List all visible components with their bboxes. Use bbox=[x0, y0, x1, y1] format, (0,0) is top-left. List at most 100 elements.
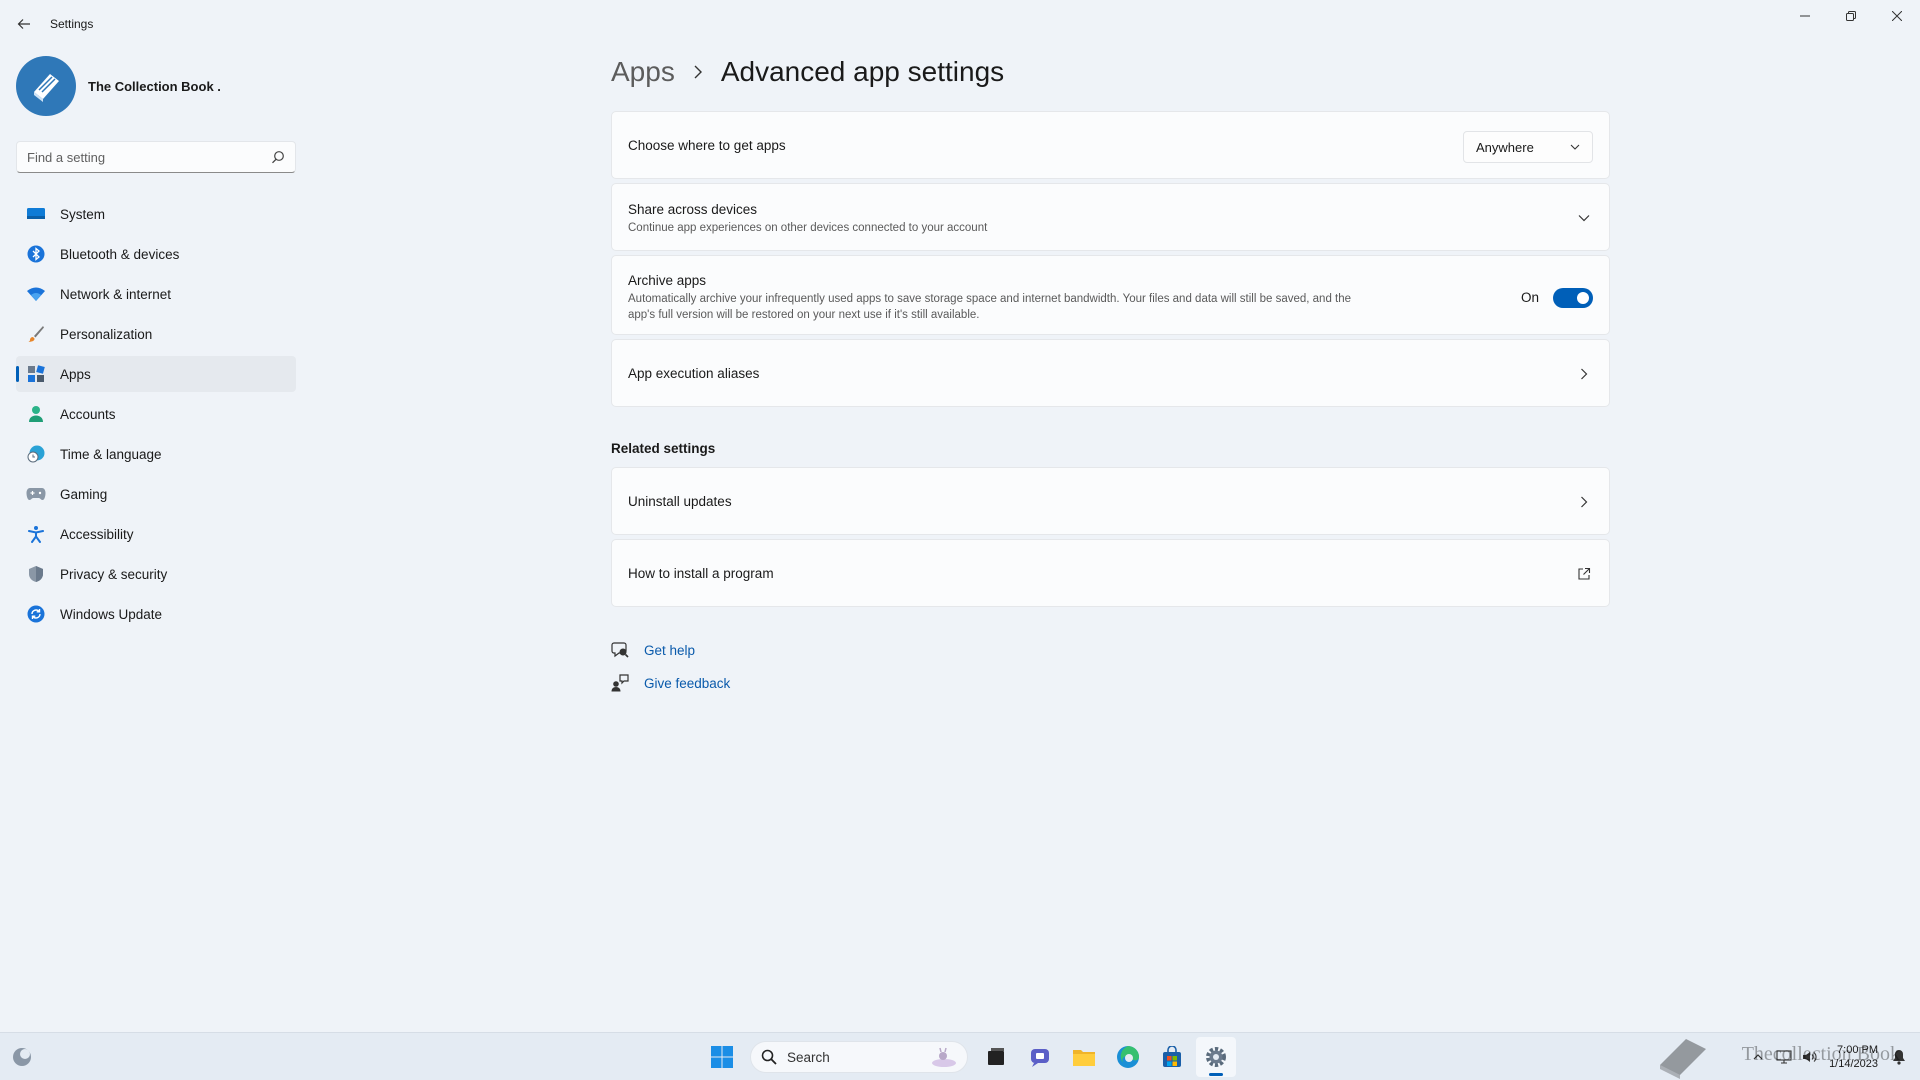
sidebar-item-windows-update[interactable]: Windows Update bbox=[16, 596, 296, 632]
task-view-icon bbox=[988, 1048, 1004, 1065]
weather-widget-icon bbox=[13, 1048, 31, 1066]
notifications-button[interactable] bbox=[1888, 1046, 1910, 1068]
sidebar-item-label: Privacy & security bbox=[60, 566, 168, 582]
show-hidden-icons-button[interactable] bbox=[1747, 1046, 1769, 1068]
sidebar-item-label: Network & internet bbox=[60, 286, 172, 302]
monitor-network-icon bbox=[1776, 1050, 1792, 1064]
profile-name: The Collection Book . bbox=[88, 78, 221, 94]
watermark-book-icon bbox=[1660, 1039, 1706, 1079]
archive-title: Archive apps bbox=[628, 273, 707, 288]
archive-description-line1: Automatically archive your infrequently … bbox=[628, 293, 1352, 305]
how-to-install-card[interactable]: How to install a program bbox=[611, 539, 1610, 607]
start-button[interactable] bbox=[702, 1037, 742, 1077]
restore-button[interactable] bbox=[1828, 0, 1874, 32]
archive-apps-toggle[interactable] bbox=[1553, 288, 1593, 308]
sidebar-item-label: Windows Update bbox=[60, 606, 163, 622]
user-profile[interactable]: The Collection Book . bbox=[16, 56, 221, 116]
taskbar-clock[interactable]: 7:00 PM 1/14/2023 bbox=[1829, 1043, 1878, 1071]
toggle-knob bbox=[1577, 292, 1589, 304]
apps-icon bbox=[26, 364, 46, 384]
give-feedback-link[interactable]: Give feedback bbox=[611, 674, 730, 692]
aliases-title: App execution aliases bbox=[628, 366, 760, 381]
get-apps-dropdown[interactable]: Anywhere bbox=[1463, 131, 1593, 163]
sidebar-item-privacy-security[interactable]: Privacy & security bbox=[16, 556, 296, 592]
sidebar-item-system[interactable]: System bbox=[16, 196, 296, 232]
settings-search-input[interactable] bbox=[17, 142, 257, 172]
sidebar-item-accessibility[interactable]: Accessibility bbox=[16, 516, 296, 552]
chat-icon bbox=[1031, 1049, 1049, 1067]
clock-time: 7:00 PM bbox=[1837, 1044, 1878, 1056]
chevron-right-icon bbox=[1581, 368, 1588, 380]
network-status-button[interactable] bbox=[1773, 1046, 1795, 1068]
give-feedback-label: Give feedback bbox=[644, 675, 731, 691]
close-button[interactable] bbox=[1874, 0, 1920, 32]
app-execution-aliases-card[interactable]: App execution aliases bbox=[611, 339, 1610, 407]
uninstall-updates-title: Uninstall updates bbox=[628, 494, 732, 509]
task-view-button[interactable] bbox=[976, 1037, 1016, 1077]
edge-browser-button[interactable] bbox=[1108, 1037, 1148, 1077]
restore-icon bbox=[1846, 11, 1856, 21]
clock-date: 1/14/2023 bbox=[1829, 1058, 1878, 1070]
search-icon[interactable] bbox=[271, 150, 285, 164]
gear-icon bbox=[1206, 1047, 1226, 1067]
page-title: Advanced app settings bbox=[720, 56, 1005, 87]
gamepad-icon bbox=[26, 484, 46, 504]
taskbar-apps: Search bbox=[700, 1037, 1238, 1077]
globe-clock-icon bbox=[26, 444, 46, 464]
back-button[interactable] bbox=[12, 12, 36, 36]
archive-toggle-state: On bbox=[1520, 290, 1539, 305]
window-controls bbox=[1782, 0, 1920, 32]
archive-apps-card: Archive apps Automatically archive your … bbox=[611, 255, 1610, 335]
wifi-icon bbox=[26, 284, 46, 304]
sidebar-item-label: Apps bbox=[60, 366, 91, 382]
folder-icon bbox=[1073, 1050, 1095, 1066]
close-icon bbox=[1892, 11, 1902, 21]
sidebar-item-label: Accessibility bbox=[60, 526, 134, 542]
settings-search-box[interactable] bbox=[16, 141, 296, 173]
sidebar-item-gaming[interactable]: Gaming bbox=[16, 476, 296, 512]
minimize-button[interactable] bbox=[1782, 0, 1828, 32]
related-settings-heading: Related settings bbox=[611, 441, 716, 456]
sidebar-item-label: Accounts bbox=[60, 406, 116, 422]
breadcrumb-parent[interactable]: Apps bbox=[611, 56, 675, 88]
how-to-install-title: How to install a program bbox=[628, 566, 774, 581]
avatar bbox=[16, 56, 76, 116]
settings-app-button[interactable] bbox=[1196, 1037, 1236, 1077]
archive-description-line2: app's full version will be restored on y… bbox=[628, 309, 980, 321]
edge-icon bbox=[1117, 1046, 1139, 1068]
taskbar-search[interactable]: Search bbox=[750, 1041, 968, 1073]
accessibility-icon bbox=[26, 524, 46, 544]
teams-chat-button[interactable] bbox=[1020, 1037, 1060, 1077]
feedback-icon bbox=[611, 674, 629, 692]
update-icon bbox=[26, 604, 46, 624]
sidebar-item-apps[interactable]: Apps bbox=[16, 356, 296, 392]
share-across-devices-card[interactable]: Share across devices Continue app experi… bbox=[611, 183, 1610, 251]
sidebar-item-bluetooth[interactable]: Bluetooth & devices bbox=[16, 236, 296, 272]
widgets-button[interactable] bbox=[10, 1045, 34, 1069]
taskbar-search-label: Search bbox=[787, 1049, 830, 1065]
chevron-down-icon[interactable] bbox=[1577, 211, 1591, 225]
system-tray: 7:00 PM 1/14/2023 bbox=[1745, 1033, 1920, 1080]
sidebar-item-time-language[interactable]: Time & language bbox=[16, 436, 296, 472]
minimize-icon bbox=[1800, 15, 1810, 17]
sidebar-item-personalization[interactable]: Personalization bbox=[16, 316, 296, 352]
chevron-right-icon bbox=[693, 65, 703, 79]
microsoft-store-button[interactable] bbox=[1152, 1037, 1192, 1077]
get-apps-title: Choose where to get apps bbox=[628, 138, 786, 153]
taskbar: Search 7:00 PM 1/14/2023 Thecollection B… bbox=[0, 1032, 1920, 1080]
file-explorer-button[interactable] bbox=[1064, 1037, 1104, 1077]
get-help-link[interactable]: Get help bbox=[611, 641, 695, 659]
get-apps-dropdown-value: Anywhere bbox=[1476, 139, 1534, 155]
monitor-icon bbox=[26, 204, 46, 224]
external-link-icon bbox=[1578, 567, 1591, 580]
get-help-label: Get help bbox=[644, 642, 696, 658]
sidebar-item-label: Bluetooth & devices bbox=[60, 246, 180, 262]
sidebar-item-network[interactable]: Network & internet bbox=[16, 276, 296, 312]
bluetooth-icon bbox=[26, 244, 46, 264]
uninstall-updates-card[interactable]: Uninstall updates bbox=[611, 467, 1610, 535]
back-arrow-icon bbox=[17, 19, 30, 29]
app-title: Settings bbox=[50, 17, 94, 31]
chevron-right-icon bbox=[1581, 496, 1588, 508]
volume-button[interactable] bbox=[1799, 1046, 1821, 1068]
sidebar-item-accounts[interactable]: Accounts bbox=[16, 396, 296, 432]
